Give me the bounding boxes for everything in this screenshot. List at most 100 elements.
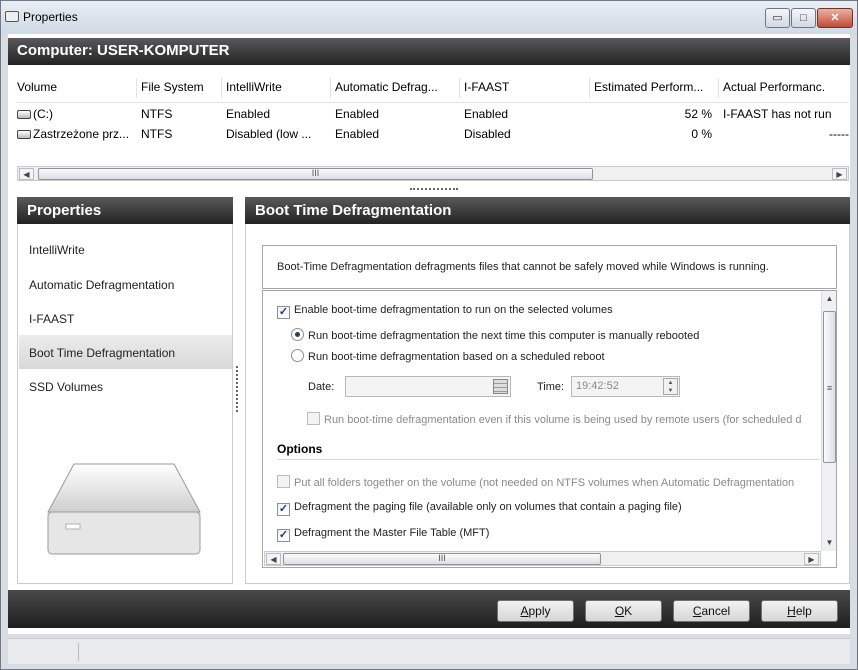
boot-time-header: Boot Time Defragmentation: [245, 197, 850, 224]
vertical-splitter-handle[interactable]: [236, 366, 239, 412]
options-heading: Options: [277, 442, 323, 456]
properties-panel-header: Properties: [17, 197, 233, 224]
filesystem-cell: NTFS: [141, 107, 173, 121]
paging-file-label: Defragment the paging file (available on…: [294, 501, 682, 513]
apply-button[interactable]: Apply: [497, 600, 574, 622]
mft-row[interactable]: ✓ Defragment the Master File Table (MFT): [277, 527, 489, 542]
close-button[interactable]: ✕: [817, 8, 853, 28]
time-value: 19:42:52: [576, 380, 619, 392]
mft-label: Defragment the Master File Table (MFT): [294, 527, 490, 539]
estimated-cell: 0 %: [691, 127, 712, 141]
date-label: Date:: [308, 381, 335, 393]
paging-file-row[interactable]: ✓ Defragment the paging file (available o…: [277, 501, 682, 516]
nav-item-boot-time-defragmentation[interactable]: Boot Time Defragmentation: [19, 335, 232, 369]
filesystem-cell: NTFS: [141, 127, 173, 141]
ifaast-cell: Disabled: [464, 127, 511, 141]
cancel-button[interactable]: Cancel: [673, 600, 750, 622]
ifaast-cell: Enabled: [464, 107, 509, 121]
autodefrag-cell: Enabled: [335, 127, 380, 141]
options-hscrollbar[interactable]: ◀ III ▶: [264, 551, 821, 566]
volume-name: (C:): [33, 107, 53, 121]
calendar-icon[interactable]: [493, 379, 508, 394]
column-header-actual[interactable]: Actual Performanc.: [723, 80, 851, 94]
actual-cell: -----: [829, 127, 849, 141]
status-bar: [8, 638, 850, 664]
remote-users-checkbox[interactable]: [307, 412, 320, 425]
column-header-filesystem[interactable]: File System: [141, 80, 204, 94]
estimated-cell: 52 %: [684, 107, 712, 121]
table-row[interactable]: (C:) NTFS Enabled Enabled Enabled 52 % I…: [17, 103, 849, 123]
mft-checkbox[interactable]: ✓: [277, 529, 290, 542]
hard-drive-icon: [47, 463, 201, 555]
nav-item-ssd-volumes[interactable]: SSD Volumes: [19, 369, 232, 403]
status-divider: [78, 643, 79, 661]
nav-item-ifaast[interactable]: I-FAAST: [19, 301, 232, 335]
column-header-volume[interactable]: Volume: [17, 80, 57, 94]
vscroll-thumb[interactable]: ≡: [823, 311, 836, 463]
maximize-button[interactable]: □: [791, 8, 816, 28]
title-bar: Properties ▭ □ ✕: [1, 1, 857, 35]
folders-together-row[interactable]: Put all folders together on the volume (…: [277, 475, 821, 489]
volume-name: Zastrzeżone prz...: [33, 127, 130, 141]
disk-drive-icon: [17, 130, 31, 139]
nav-item-automatic-defragmentation[interactable]: Automatic Defragmentation: [19, 267, 232, 301]
radio-scheduled-label: Run boot-time defragmentation based on a…: [308, 351, 605, 363]
apply-accel: A: [520, 604, 529, 618]
ok-button[interactable]: OK: [585, 600, 662, 622]
cancel-label: ancel: [701, 604, 731, 618]
options-scroll-thumb[interactable]: III: [283, 553, 601, 565]
enable-boot-time-checkbox[interactable]: ✓: [277, 306, 290, 319]
options-vscrollbar[interactable]: ▲ ≡ ▼: [821, 291, 836, 551]
scroll-right-arrow-icon[interactable]: ▶: [804, 553, 819, 565]
ok-label: K: [624, 604, 633, 618]
time-spinner[interactable]: ▲ ▼: [663, 378, 678, 395]
remote-users-row[interactable]: Run boot-time defragmentation even if th…: [307, 412, 821, 426]
scroll-thumb[interactable]: III: [38, 168, 593, 180]
radio-scheduled-row[interactable]: Run boot-time defragmentation based on a…: [291, 349, 605, 363]
apply-label: pply: [528, 604, 551, 618]
volume-table-header: Volume File System IntelliWrite Automati…: [17, 76, 849, 103]
column-header-autodefrag[interactable]: Automatic Defrag...: [335, 80, 455, 94]
volume-table-hscrollbar[interactable]: ◀ III ▶: [17, 166, 849, 181]
scroll-down-arrow-icon[interactable]: ▼: [823, 536, 836, 550]
remote-users-label: Run boot-time defragmentation even if th…: [324, 414, 802, 426]
time-field[interactable]: 19:42:52 ▲ ▼: [571, 376, 680, 397]
radio-scheduled-reboot[interactable]: [291, 349, 304, 362]
boot-time-description: Boot-Time Defragmentation defragments fi…: [262, 245, 837, 289]
intelliwrite-cell: Enabled: [226, 107, 271, 121]
radio-manual-label: Run boot-time defragmentation the next t…: [308, 330, 700, 342]
disk-drive-icon: [17, 110, 31, 119]
nav-item-intelliwrite[interactable]: IntelliWrite: [19, 232, 232, 266]
folders-together-label: Put all folders together on the volume (…: [294, 477, 795, 489]
ok-accel: O: [614, 604, 625, 618]
enable-boot-time-row[interactable]: ✓ Enable boot-time defragmentation to run…: [277, 304, 613, 319]
disk-drive-icon: [5, 11, 19, 22]
autodefrag-cell: Enabled: [335, 107, 380, 121]
horizontal-splitter-handle[interactable]: [410, 188, 458, 192]
computer-header: Computer: USER-KOMPUTER: [8, 38, 850, 65]
date-field[interactable]: [345, 376, 511, 397]
enable-boot-time-label: Enable boot-time defragmentation to run …: [294, 304, 613, 316]
paging-file-checkbox[interactable]: ✓: [277, 503, 290, 516]
folders-together-checkbox[interactable]: [277, 475, 290, 488]
column-header-intelliwrite[interactable]: IntelliWrite: [226, 80, 282, 94]
scroll-right-arrow-icon[interactable]: ▶: [832, 168, 847, 180]
scroll-left-arrow-icon[interactable]: ◀: [266, 553, 281, 565]
column-header-estimated[interactable]: Estimated Perform...: [594, 80, 714, 94]
volume-table: Volume File System IntelliWrite Automati…: [17, 76, 849, 143]
scroll-left-arrow-icon[interactable]: ◀: [19, 168, 34, 180]
options-divider: [277, 459, 820, 460]
radio-manual-reboot[interactable]: [291, 328, 304, 341]
help-button[interactable]: Help: [761, 600, 838, 622]
window-title: Properties: [23, 10, 78, 24]
help-accel: H: [787, 604, 796, 618]
table-row[interactable]: Zastrzeżone prz... NTFS Disabled (low ..…: [17, 123, 849, 143]
actual-cell: I-FAAST has not run: [723, 107, 832, 121]
column-header-ifaast[interactable]: I-FAAST: [464, 80, 509, 94]
help-label: elp: [795, 604, 812, 618]
intelliwrite-cell: Disabled (low ...: [226, 127, 312, 141]
radio-manual-row[interactable]: Run boot-time defragmentation the next t…: [291, 328, 699, 342]
time-label: Time:: [537, 381, 565, 393]
minimize-button[interactable]: ▭: [765, 8, 790, 28]
scroll-up-arrow-icon[interactable]: ▲: [823, 292, 836, 306]
